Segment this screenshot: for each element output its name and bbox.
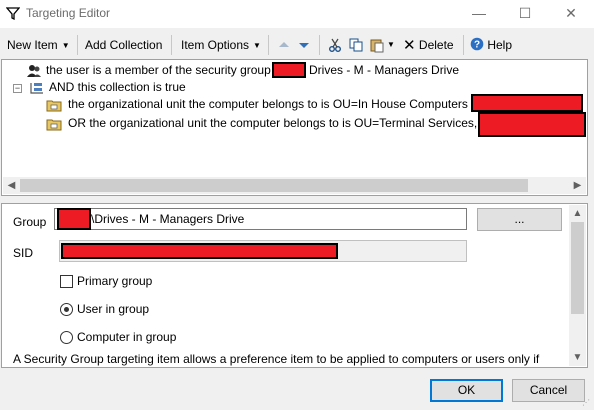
scroll-down-icon[interactable]: ▼ — [569, 349, 586, 366]
primary-group-checkbox[interactable] — [60, 275, 73, 288]
user-group-icon — [27, 65, 41, 77]
move-up-icon[interactable] — [276, 37, 292, 53]
move-down-icon[interactable] — [296, 37, 312, 53]
collection-icon — [30, 83, 43, 94]
redaction-block — [61, 243, 338, 259]
toolbar-divider — [77, 35, 78, 55]
item-options-label: Item Options — [181, 38, 250, 52]
vertical-scrollbar[interactable]: ▲ ▼ — [569, 205, 586, 366]
scroll-right-icon[interactable]: ▶ — [569, 177, 586, 194]
group-field[interactable]: \Drives - M - Managers Drive — [54, 208, 467, 230]
window-title: Targeting Editor — [26, 6, 111, 20]
tree-item-text: the user is a member of the security gro… — [46, 63, 271, 77]
help-label: Help — [487, 38, 513, 52]
user-in-group-radio[interactable] — [60, 303, 73, 316]
tree-item-text: OR the organizational unit the computer … — [68, 116, 478, 130]
resize-grip-icon[interactable]: ⋰ — [582, 398, 592, 408]
close-button[interactable]: ✕ — [548, 0, 594, 28]
help-button[interactable]: ? Help — [470, 35, 512, 55]
collapse-toggle[interactable]: − — [13, 84, 22, 93]
redaction-block — [478, 112, 586, 137]
new-item-button[interactable]: New Item ▼ — [7, 35, 70, 55]
properties-panel: Group \Drives - M - Managers Drive ... S… — [1, 203, 588, 368]
scroll-up-icon[interactable]: ▲ — [569, 205, 586, 222]
copy-icon[interactable] — [348, 37, 364, 53]
toolbar-divider — [268, 35, 269, 55]
horizontal-scrollbar[interactable]: ◀ ▶ — [3, 177, 586, 194]
group-label: Group — [13, 215, 47, 229]
title-bar: Targeting Editor — ☐ ✕ — [0, 0, 594, 28]
maximize-button[interactable]: ☐ — [502, 0, 548, 28]
toolbar-divider — [463, 35, 464, 55]
redaction-block — [57, 208, 91, 230]
add-collection-button[interactable]: Add Collection — [85, 35, 162, 55]
tree-item-text: AND this collection is true — [49, 80, 186, 94]
cut-icon[interactable] — [327, 37, 343, 53]
redaction-block — [471, 94, 583, 112]
paste-icon[interactable] — [369, 37, 385, 53]
sid-label: SID — [13, 246, 34, 260]
scroll-left-icon[interactable]: ◀ — [3, 177, 20, 194]
folder-icon — [46, 100, 62, 112]
browse-button[interactable]: ... — [477, 208, 562, 231]
user-in-group-label: User in group — [77, 302, 150, 316]
tree-item-text-suffix: Drives - M - Managers Drive — [309, 63, 460, 77]
help-icon: ? — [470, 37, 484, 51]
scrollbar-thumb[interactable] — [20, 179, 528, 192]
cancel-button[interactable]: Cancel — [512, 379, 585, 402]
targeting-tree[interactable]: the user is a member of the security gro… — [1, 59, 588, 196]
redaction-block — [272, 62, 306, 78]
new-item-label: New Item — [7, 38, 58, 52]
delete-label: Delete — [418, 38, 454, 52]
folder-icon — [46, 119, 62, 131]
minimize-button[interactable]: — — [456, 0, 502, 28]
computer-in-group-radio[interactable] — [60, 331, 73, 344]
description-text: A Security Group targeting item allows a… — [13, 352, 540, 366]
toolbar: New Item ▼ Add Collection Item Options ▼ ▼… — [0, 32, 594, 58]
scrollbar-thumb[interactable] — [571, 222, 584, 314]
chevron-down-icon: ▼ — [61, 41, 70, 50]
paste-dropdown-icon[interactable]: ▼ — [387, 35, 395, 55]
toolbar-divider — [171, 35, 172, 55]
tree-item-text: the organizational unit the computer bel… — [68, 97, 468, 111]
filter-icon — [6, 7, 20, 20]
computer-in-group-label: Computer in group — [77, 330, 177, 344]
primary-group-label: Primary group — [77, 274, 153, 288]
delete-icon: ✕ — [403, 37, 416, 54]
ok-button[interactable]: OK — [430, 379, 503, 402]
delete-button[interactable]: ✕ Delete — [403, 35, 454, 55]
toolbar-divider — [319, 35, 320, 55]
chevron-down-icon: ▼ — [253, 41, 261, 50]
svg-text:?: ? — [474, 40, 480, 51]
item-options-button[interactable]: Item Options ▼ — [181, 35, 261, 55]
